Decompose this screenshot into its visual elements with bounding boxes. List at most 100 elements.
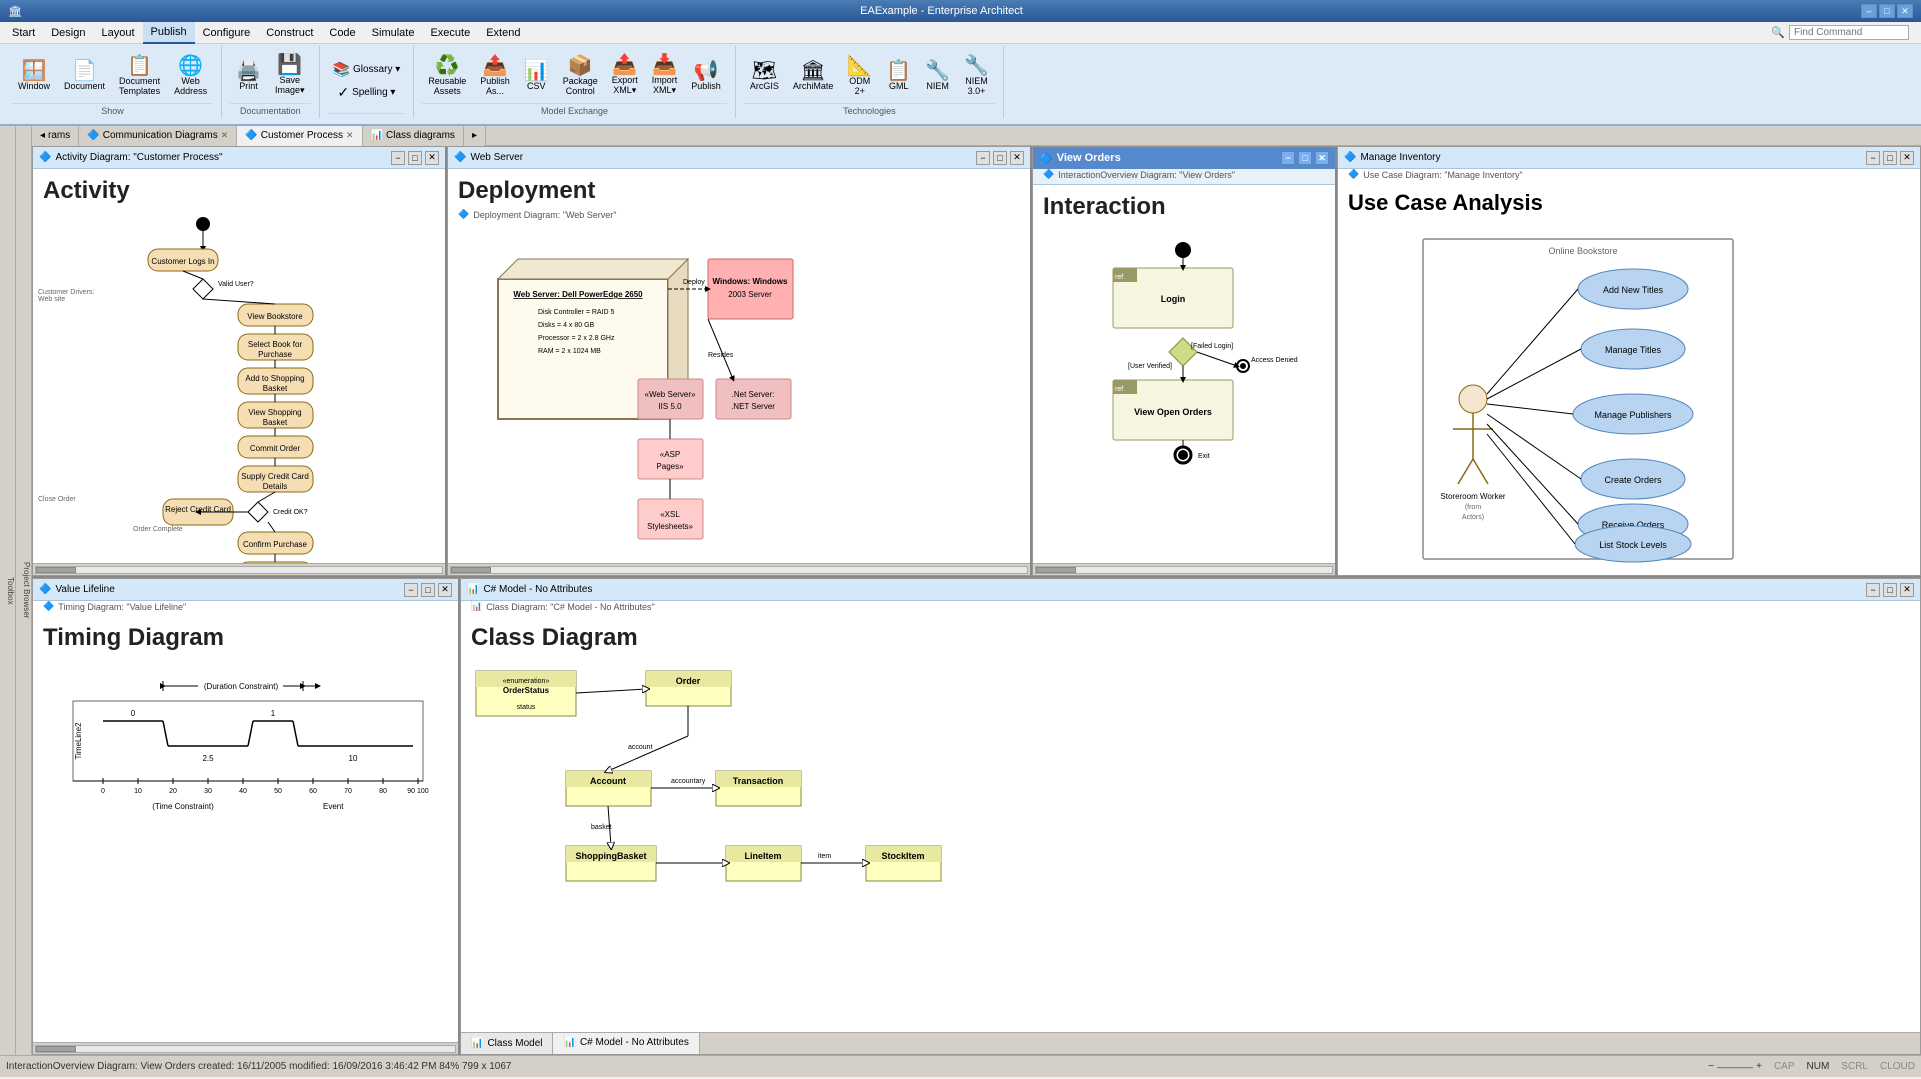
- close-button[interactable]: ✕: [1897, 4, 1913, 18]
- zoom-minus[interactable]: −: [1708, 1061, 1714, 1072]
- panel2-float[interactable]: □: [993, 151, 1007, 165]
- panel5-close[interactable]: ✕: [438, 583, 452, 597]
- zoom-plus[interactable]: +: [1756, 1061, 1762, 1072]
- ribbon-group-show: 🪟 Window 📄 Document 📋 DocumentTemplates …: [4, 46, 222, 118]
- toolbox-label: Toolbox: [6, 577, 15, 605]
- menu-execute[interactable]: Execute: [422, 22, 478, 44]
- svg-text:50: 50: [274, 788, 282, 795]
- maximize-button[interactable]: □: [1879, 4, 1895, 18]
- menu-publish[interactable]: Publish: [143, 22, 195, 44]
- publish-as-icon: 📤: [483, 56, 508, 76]
- document-templates-button[interactable]: 📋 DocumentTemplates: [113, 52, 166, 100]
- panel4-minimize[interactable]: −: [1866, 151, 1880, 165]
- panel1-close[interactable]: ✕: [425, 151, 439, 165]
- web-address-button[interactable]: 🌐 WebAddress: [168, 52, 213, 100]
- menu-start[interactable]: Start: [4, 22, 43, 44]
- svg-text:Supply Credit Card: Supply Credit Card: [241, 472, 309, 481]
- panel1-float[interactable]: □: [408, 151, 422, 165]
- tab-comm-close[interactable]: ✕: [221, 130, 229, 141]
- package-control-button[interactable]: 📦 PackageControl: [557, 52, 604, 100]
- publish-as-button[interactable]: 📤 PublishAs...: [474, 52, 516, 100]
- tab-class-diagrams[interactable]: 📊 Class diagrams: [363, 126, 464, 146]
- tab-cp-close[interactable]: ✕: [346, 130, 354, 141]
- publish-button[interactable]: 📢 Publish: [685, 57, 727, 95]
- timing-scroll[interactable]: [33, 1042, 458, 1054]
- panel4-float[interactable]: □: [1883, 151, 1897, 165]
- svg-text:.NET Server: .NET Server: [731, 402, 775, 411]
- tab-customer-process[interactable]: 🔷 Customer Process ✕: [237, 126, 362, 146]
- view-orders-header: 🔷 View Orders − □ ✕: [1033, 147, 1335, 169]
- panel1-minimize[interactable]: −: [391, 151, 405, 165]
- timing-diagram-body: Timing Diagram (Duration Constraint): [33, 616, 458, 1042]
- usecase-diagram-body: Use Case Analysis Online Bookstore: [1338, 184, 1920, 575]
- print-button[interactable]: 🖨️ Print: [230, 57, 267, 95]
- minimize-button[interactable]: –: [1861, 4, 1877, 18]
- menu-construct[interactable]: Construct: [258, 22, 321, 44]
- panel2-minimize[interactable]: −: [976, 151, 990, 165]
- activity-header-icon: 🔷: [39, 152, 51, 163]
- panel6-close[interactable]: ✕: [1900, 583, 1914, 597]
- class-header: 📊 C# Model - No Attributes − □ ✕: [461, 579, 1920, 601]
- ribbon-group-technology: 🗺 ArcGIS 🏛 ArchiMate 📐 ODM2+ 📋 GML 🔧: [736, 46, 1004, 118]
- search-icon: 🔍: [1771, 26, 1785, 39]
- toolbox-panel: Toolbox: [0, 126, 16, 1055]
- tab-communication-diagrams[interactable]: 🔷 Communication Diagrams ✕: [79, 126, 237, 146]
- panel4-close[interactable]: ✕: [1900, 151, 1914, 165]
- ribbon-group-exchange-label: Model Exchange: [422, 103, 727, 116]
- reusable-assets-button[interactable]: ♻️ ReusableAssets: [422, 52, 472, 100]
- document-button[interactable]: 📄 Document: [58, 57, 111, 95]
- spelling-button[interactable]: ✓ Spelling ▾: [332, 82, 400, 103]
- menu-layout[interactable]: Layout: [93, 22, 142, 44]
- tab-cs-model[interactable]: 📊 C# Model - No Attributes: [553, 1033, 699, 1055]
- menu-extend[interactable]: Extend: [478, 22, 528, 44]
- import-xml-button[interactable]: 📥 ImportXML▾: [646, 51, 684, 100]
- odm-button[interactable]: 📐 ODM2+: [841, 52, 878, 100]
- window-button[interactable]: 🪟 Window: [12, 57, 56, 95]
- panel2-close[interactable]: ✕: [1010, 151, 1024, 165]
- tab-class-model[interactable]: 📊 Class Model: [461, 1033, 553, 1055]
- tab-nav-right[interactable]: ▸: [464, 126, 486, 146]
- deployment-scroll[interactable]: [448, 563, 1030, 575]
- panel6-float[interactable]: □: [1883, 583, 1897, 597]
- ribbon-group-glossary: 📚 Glossary ▾ ✓ Spelling ▾: [320, 46, 415, 118]
- interaction-scroll[interactable]: [1033, 563, 1335, 575]
- project-browser-tab[interactable]: Project Browser: [16, 126, 32, 1055]
- panel3-float[interactable]: □: [1298, 151, 1312, 165]
- niem-button[interactable]: 🔧 NIEM: [919, 57, 956, 95]
- panel3-minimize[interactable]: −: [1281, 151, 1295, 165]
- panel5-float[interactable]: □: [421, 583, 435, 597]
- gml-button[interactable]: 📋 GML: [880, 57, 917, 95]
- glossary-button[interactable]: 📚 Glossary ▾: [328, 59, 406, 80]
- ribbon: 🪟 Window 📄 Document 📋 DocumentTemplates …: [0, 44, 1921, 126]
- menu-code[interactable]: Code: [321, 22, 363, 44]
- panel3-close[interactable]: ✕: [1315, 151, 1329, 165]
- svg-text:Disks = 4 x 80 GB: Disks = 4 x 80 GB: [538, 322, 595, 329]
- tab-rams[interactable]: ◂ rams: [32, 126, 79, 146]
- svg-text:View Open Orders: View Open Orders: [1134, 407, 1212, 417]
- zoom-slider[interactable]: ————: [1717, 1062, 1753, 1072]
- spelling-icon: ✓: [337, 84, 349, 101]
- interaction-diagram-panel: 🔷 View Orders − □ ✕ 🔷 InteractionOvervie…: [1032, 146, 1337, 576]
- menu-configure[interactable]: Configure: [195, 22, 259, 44]
- menu-simulate[interactable]: Simulate: [364, 22, 423, 44]
- gis-button[interactable]: 🗺 ArcGIS: [744, 57, 785, 95]
- activity-header: 🔷 Activity Diagram: "Customer Process" −…: [33, 147, 445, 169]
- csv-button[interactable]: 📊 CSV: [518, 57, 555, 95]
- gml-icon: 📋: [886, 61, 911, 81]
- archimate-button[interactable]: 🏛 ArchiMate: [787, 57, 840, 95]
- menu-design[interactable]: Design: [43, 22, 93, 44]
- svg-text:.Net Server:: .Net Server:: [732, 390, 775, 399]
- niem3-button[interactable]: 🔧 NIEM3.0+: [958, 52, 995, 100]
- svg-text:Event: Event: [323, 802, 344, 811]
- niem-icon: 🔧: [925, 61, 950, 81]
- save-image-button[interactable]: 💾 SaveImage▾: [269, 51, 311, 100]
- panel6-minimize[interactable]: −: [1866, 583, 1880, 597]
- panel5-minimize[interactable]: −: [404, 583, 418, 597]
- export-xml-button[interactable]: 📤 ExportXML▾: [606, 51, 644, 100]
- scrl-indicator: SCRL: [1841, 1061, 1868, 1072]
- deployment-svg: Web Server: Dell PowerEdge 2650 Disk Con…: [468, 239, 808, 563]
- activity-scroll[interactable]: [33, 563, 445, 575]
- svg-text:2.5: 2.5: [202, 754, 214, 763]
- svg-text:Details: Details: [263, 482, 287, 491]
- find-command-input[interactable]: [1789, 25, 1909, 40]
